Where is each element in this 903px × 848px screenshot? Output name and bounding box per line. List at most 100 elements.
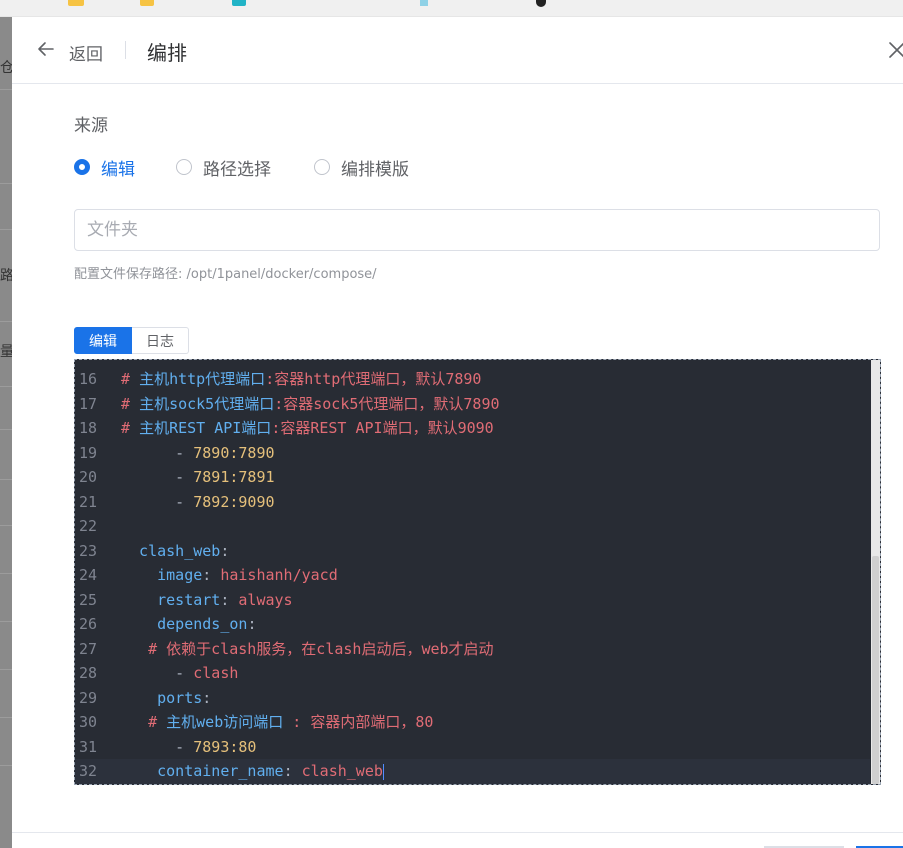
code-line[interactable]: 20 - 7891:7891 (75, 465, 870, 490)
code-text: - 7892:9090 (121, 490, 275, 515)
code-token: : (283, 762, 302, 780)
app-icon (232, 0, 246, 6)
code-line[interactable]: 16 # 主机http代理端口:容器http代理端口，默认7890 (75, 367, 870, 392)
line-number: 28 (79, 664, 98, 682)
folder-icon (140, 0, 154, 6)
code-token: clash (193, 664, 239, 682)
radio-compose-template[interactable]: 编排模版 (314, 157, 409, 180)
editor-scrollbar-thumb[interactable] (872, 556, 879, 784)
code-token: : (202, 688, 212, 707)
text-cursor (382, 763, 384, 780)
code-token: :容器REST API端口，默认9090 (271, 419, 494, 437)
folder-icon (68, 0, 84, 6)
code-line[interactable]: 32 container_name: clash_web (75, 759, 870, 784)
code-text: image: haishanh/yacd (121, 563, 338, 588)
radio-circle[interactable] (176, 159, 192, 175)
code-line[interactable]: 18 # 主机REST API端口:容器REST API端口，默认9090 (75, 416, 870, 441)
code-token: 主机sock5代理端口 (139, 394, 275, 413)
tab-log[interactable]: 日志 (132, 327, 189, 354)
code-token: :容器http代理端口，默认7890 (265, 370, 482, 388)
backdrop-overlay[interactable]: 仓 路 量 (0, 17, 12, 848)
code-text: - 7891:7891 (121, 465, 275, 490)
code-line[interactable]: 31 - 7893:80 (75, 735, 870, 760)
code-token: - (121, 664, 194, 682)
radio-label: 编辑 (101, 159, 135, 180)
code-editor[interactable]: 16 # 主机http代理端口:容器http代理端口，默认7890 17 # 主机so… (74, 359, 881, 785)
back-button[interactable]: 返回 (69, 40, 103, 65)
tab-edit[interactable]: 编辑 (74, 327, 132, 354)
line-number: 21 (79, 492, 98, 511)
github-icon (536, 0, 546, 7)
backdrop-text: 量 (0, 344, 12, 360)
code-token: ports (121, 688, 203, 707)
code-line[interactable]: 30 # 主机web访问端口 : 容器内部端口，80 (75, 710, 870, 735)
code-line[interactable]: 24 image: haishanh/yacd (75, 563, 870, 588)
radio-circle[interactable] (74, 159, 90, 175)
arrow-left-icon[interactable] (36, 39, 56, 59)
code-text: container_name: clash_web (121, 759, 384, 784)
code-text: - clash (121, 661, 238, 686)
browser-tab-strip (0, 0, 903, 17)
compose-drawer: 返回 编排 来源 编辑 路径选择 编排模版 配置文件保存路径: /opt/1pa… (12, 17, 903, 848)
code-text: clash_web: (121, 539, 229, 564)
code-token: container_name (121, 762, 284, 780)
close-icon[interactable] (888, 41, 903, 59)
code-token: # (121, 370, 140, 388)
code-token: 7891:7891 (193, 468, 275, 486)
code-token: - (121, 468, 194, 486)
line-number: 26 (79, 615, 98, 633)
app-icon (420, 0, 428, 6)
folder-input[interactable] (74, 209, 880, 251)
code-text: - 7890:7890 (121, 441, 274, 466)
line-number: 19 (79, 443, 98, 462)
source-label: 来源 (74, 116, 108, 136)
code-line[interactable]: 21 - 7892:9090 (75, 490, 870, 515)
line-number: 31 (79, 737, 98, 756)
radio-path-select[interactable]: 路径选择 (176, 157, 271, 180)
code-text: ports: (121, 686, 211, 711)
code-line[interactable]: 22 (75, 514, 870, 539)
code-token: : (220, 590, 239, 609)
page-title: 编排 (147, 41, 187, 65)
line-number: 16 (79, 370, 98, 388)
code-line[interactable]: 29 ports: (75, 686, 870, 711)
code-token: haishanh/yacd (220, 566, 338, 584)
code-line[interactable]: 25 restart: always (75, 588, 870, 613)
code-line[interactable]: 19 - 7890:7890 (75, 441, 870, 466)
editor-tabs: 编辑 日志 (74, 327, 189, 354)
save-path-hint: 配置文件保存路径: /opt/1panel/docker/compose/ (74, 267, 377, 282)
code-token: - (121, 737, 194, 756)
code-token: 7892:9090 (193, 492, 275, 511)
line-number: 27 (79, 639, 98, 658)
line-number: 24 (79, 566, 98, 584)
line-number: 32 (79, 762, 98, 780)
code-token: 主机web访问端口 (166, 713, 284, 731)
backdrop-text: 路 (0, 268, 12, 284)
line-number: 30 (79, 713, 98, 731)
code-token: image (121, 566, 203, 584)
code-line[interactable]: 27 # 依赖于clash服务，在clash启动后，web才启动 (75, 637, 870, 662)
line-number: 17 (79, 394, 98, 413)
line-number: 20 (79, 468, 98, 486)
code-line[interactable]: 28 - clash (75, 661, 870, 686)
code-token: : (202, 566, 221, 584)
header-divider (125, 41, 126, 59)
code-line[interactable]: 17 # 主机sock5代理端口:容器sock5代理端口，默认7890 (75, 392, 870, 417)
code-token: 7893:80 (193, 737, 257, 756)
code-text: # 依赖于clash服务，在clash启动后，web才启动 (121, 637, 494, 662)
code-text: depends_on: (121, 612, 256, 637)
code-text: # 主机sock5代理端口:容器sock5代理端口，默认7890 (121, 392, 500, 417)
drawer-header: 返回 编排 (12, 17, 903, 84)
code-token: restart (121, 590, 221, 609)
code-line[interactable]: 26 depends_on: (75, 612, 870, 637)
code-token: 主机http代理端口 (139, 370, 266, 388)
code-token: # 依赖于clash服务，在clash启动后，web才启动 (121, 639, 494, 658)
code-token: # (121, 394, 140, 413)
line-number: 29 (79, 688, 98, 707)
code-token: - (121, 443, 194, 462)
line-number: 23 (79, 541, 98, 560)
code-line[interactable]: 23 clash_web: (75, 539, 870, 564)
radio-edit[interactable]: 编辑 (74, 157, 135, 180)
radio-circle[interactable] (314, 159, 330, 175)
code-token: clash_web (121, 541, 221, 560)
